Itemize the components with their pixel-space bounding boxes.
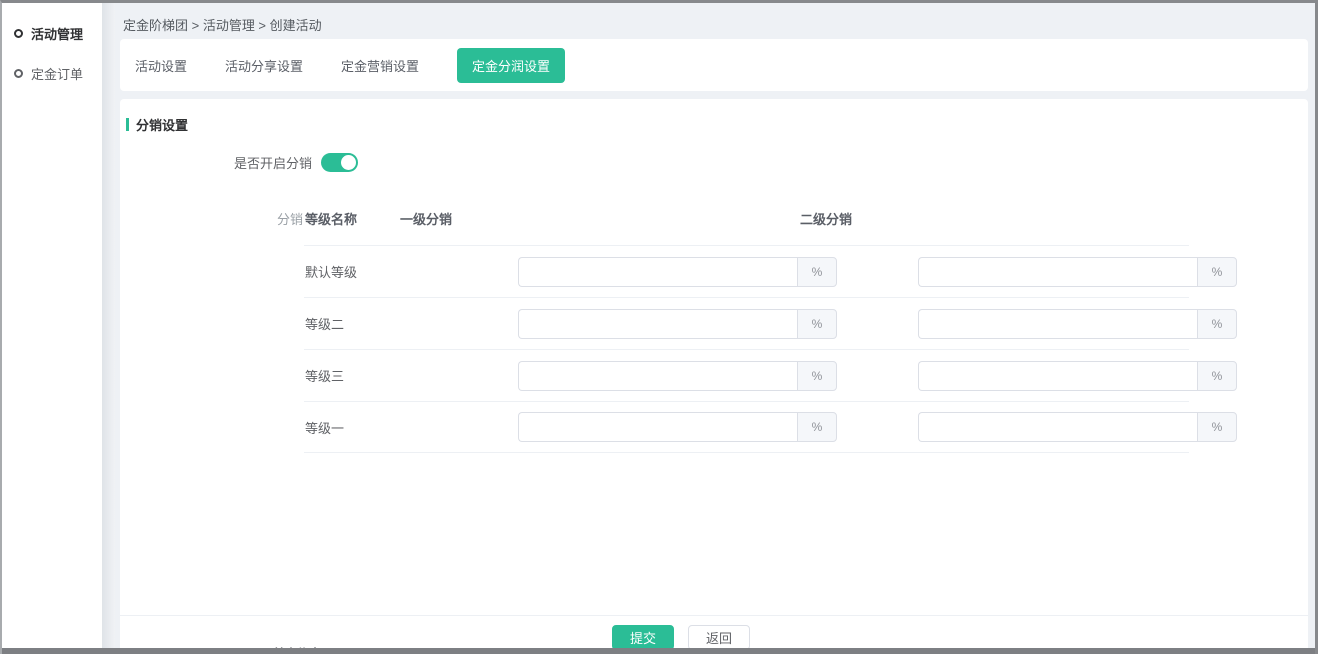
table-row: 等级一 % % — [304, 401, 1189, 453]
enable-distribution-toggle[interactable] — [321, 153, 358, 172]
level2-rate-input[interactable] — [918, 257, 1197, 287]
section-header: 分销设置 — [126, 115, 188, 134]
level1-rate-input[interactable] — [518, 361, 797, 391]
horizontal-scrollbar[interactable] — [2, 648, 1315, 654]
column-header-level2: 二级分销 — [800, 209, 852, 228]
footer-divider — [120, 615, 1308, 616]
tab-activity-settings[interactable]: 活动设置 — [135, 56, 187, 75]
sidebar-item-label: 活动管理 — [31, 24, 83, 43]
level-name: 等级三 — [305, 366, 344, 385]
percent-suffix: % — [797, 257, 837, 287]
distribution-table-header: 分销 等级名称 一级分销 二级分销 — [120, 209, 1308, 229]
distribution-settings-panel: 分销设置 是否开启分销 分销 等级名称 一级分销 二级分销 默认等级 — [120, 99, 1308, 648]
percent-suffix: % — [797, 309, 837, 339]
section-title: 分销设置 — [136, 115, 188, 134]
breadcrumb: 定金阶梯团 > 活动管理 > 创建活动 — [123, 15, 322, 34]
level-name: 等级二 — [305, 314, 344, 333]
level2-rate-input[interactable] — [918, 361, 1197, 391]
table-row: 默认等级 % % — [304, 245, 1189, 297]
sidebar-item-deposit-orders[interactable]: 定金订单 — [2, 53, 102, 93]
percent-suffix: % — [1197, 309, 1237, 339]
level-name: 等级一 — [305, 418, 344, 437]
circle-icon — [14, 29, 23, 38]
level2-rate-group: % — [918, 361, 1237, 391]
level1-rate-input[interactable] — [518, 412, 797, 442]
percent-suffix: % — [797, 412, 837, 442]
column-header-level-name: 等级名称 — [305, 209, 357, 228]
level2-rate-group: % — [918, 257, 1237, 287]
distribution-table: 默认等级 % % 等级二 % — [304, 245, 1189, 453]
level2-rate-group: % — [918, 309, 1237, 339]
vertical-scrollbar[interactable] — [102, 3, 115, 648]
column-header-level1: 一级分销 — [400, 209, 452, 228]
level1-rate-group: % — [518, 361, 837, 391]
tab-activity-share-settings[interactable]: 活动分享设置 — [225, 56, 303, 75]
back-button[interactable]: 返回 — [688, 625, 750, 650]
tab-deposit-marketing-settings[interactable]: 定金营销设置 — [341, 56, 419, 75]
sidebar-item-activity-management[interactable]: 活动管理 — [2, 13, 102, 53]
circle-icon — [14, 69, 23, 78]
section-accent-bar — [126, 118, 129, 131]
level2-rate-group: % — [918, 412, 1237, 442]
content-area: 定金阶梯团 > 活动管理 > 创建活动 活动设置 活动分享设置 定金营销设置 定… — [115, 3, 1315, 648]
level2-rate-input[interactable] — [918, 412, 1197, 442]
enable-distribution-row: 是否开启分销 — [120, 153, 358, 172]
table-row: 等级三 % % — [304, 349, 1189, 401]
level2-rate-input[interactable] — [918, 309, 1197, 339]
level1-rate-group: % — [518, 257, 837, 287]
percent-suffix: % — [797, 361, 837, 391]
toggle-knob — [341, 155, 356, 170]
sidebar-item-label: 定金订单 — [31, 64, 83, 83]
tab-bar: 活动设置 活动分享设置 定金营销设置 定金分润设置 — [120, 39, 1308, 91]
level1-rate-input[interactable] — [518, 309, 797, 339]
level1-rate-group: % — [518, 412, 837, 442]
toggle-label: 是否开启分销 — [120, 153, 312, 172]
tab-deposit-profit-settings[interactable]: 定金分润设置 — [457, 48, 565, 83]
sidebar: 活动管理 定金订单 — [2, 3, 102, 648]
level1-rate-group: % — [518, 309, 837, 339]
percent-suffix: % — [1197, 257, 1237, 287]
level-name: 默认等级 — [305, 262, 357, 281]
group-label: 分销 — [277, 209, 303, 228]
percent-suffix: % — [1197, 412, 1237, 442]
percent-suffix: % — [1197, 361, 1237, 391]
table-row: 等级二 % % — [304, 297, 1189, 349]
level1-rate-input[interactable] — [518, 257, 797, 287]
submit-button[interactable]: 提交 — [612, 625, 674, 650]
app-window: 活动管理 定金订单 定金阶梯团 > 活动管理 > 创建活动 活动设置 活动分享设… — [0, 0, 1318, 654]
